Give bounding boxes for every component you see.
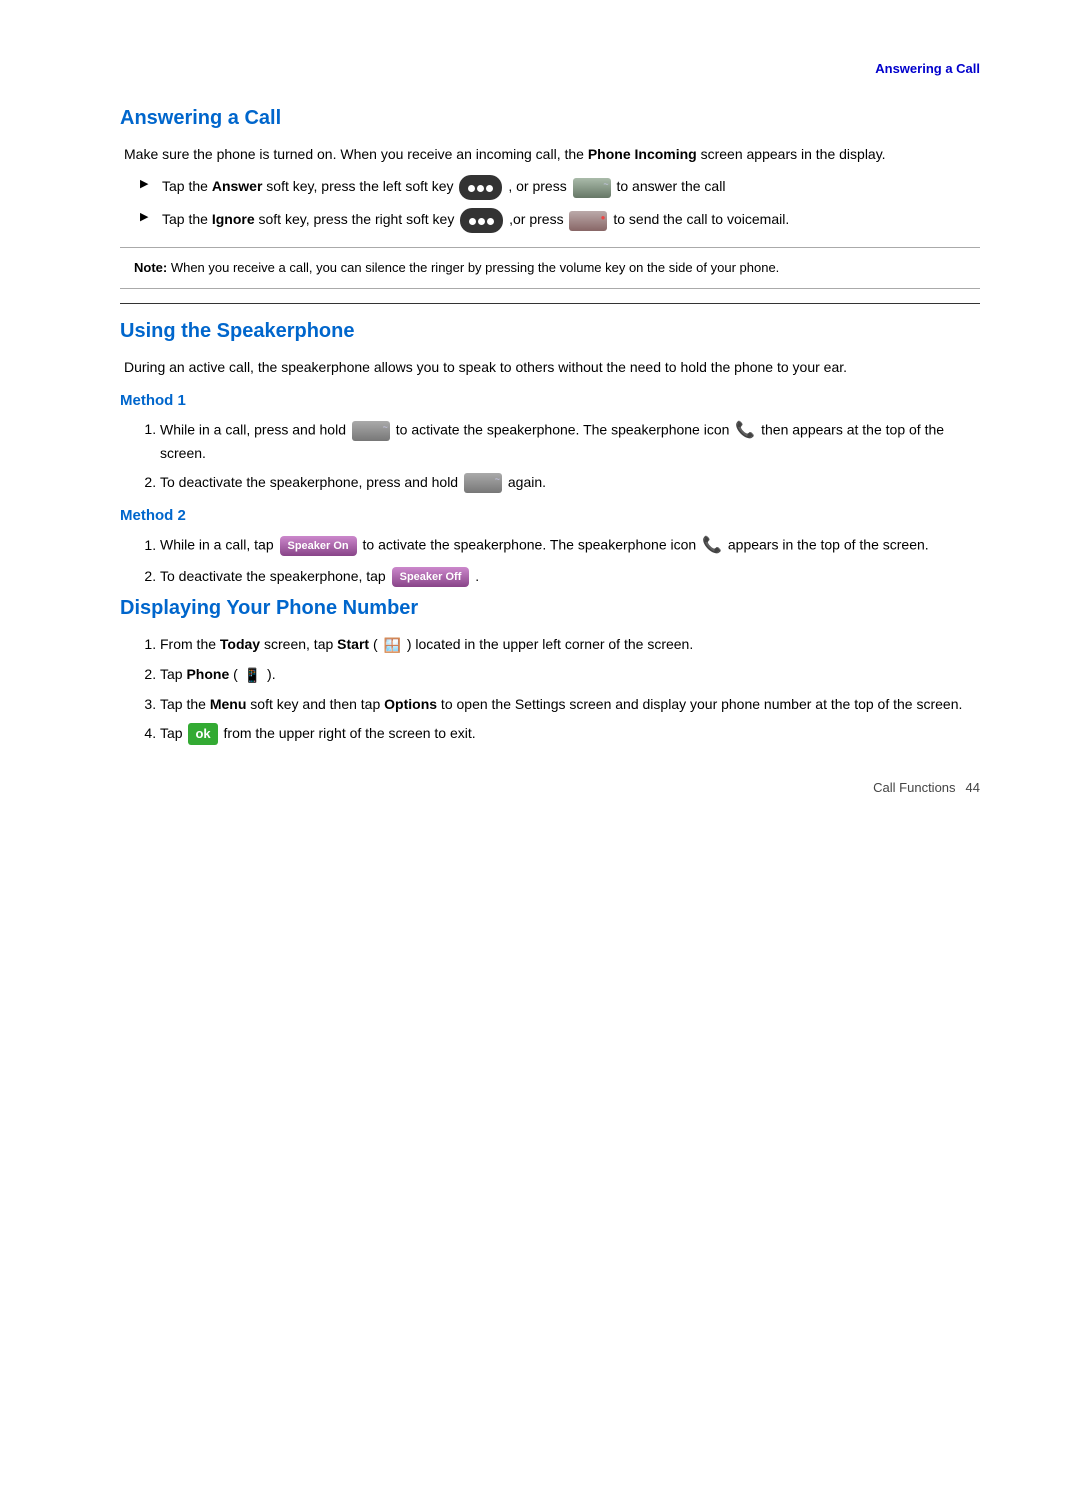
hold-key-method1 (352, 421, 390, 441)
bullet-ignore: Tap the Ignore soft key, press the right… (140, 208, 980, 233)
section1-bullet-list: Tap the Answer soft key, press the left … (120, 175, 980, 233)
phone-icon: 📱 (244, 665, 261, 686)
section3-step2: Tap Phone ( 📱 ). (160, 664, 980, 686)
method2-steps: While in a call, tap Speaker On to activ… (120, 534, 980, 588)
header-nav-label: Answering a Call (875, 61, 980, 76)
section3-step3: Tap the Menu soft key and then tap Optio… (160, 694, 980, 715)
speaker-off-button: Speaker Off (392, 567, 470, 588)
method1-step1: While in a call, press and hold to activ… (160, 419, 980, 464)
hold-key-method1-2 (464, 473, 502, 493)
footer: Call Functions 44 (0, 780, 1080, 795)
section3-steps: From the Today screen, tap Start ( 🪟 ) l… (120, 634, 980, 745)
section3-step1: From the Today screen, tap Start ( 🪟 ) l… (160, 634, 980, 656)
section-divider (120, 303, 980, 304)
section1-intro: Make sure the phone is turned on. When y… (120, 144, 980, 165)
method2-step2: To deactivate the speakerphone, tap Spea… (160, 566, 980, 588)
method2-label: Method 2 (120, 507, 980, 524)
ignore-key-button (569, 211, 607, 231)
note-box: Note: When you receive a call, you can s… (120, 247, 980, 289)
bullet-answer: Tap the Answer soft key, press the left … (140, 175, 980, 200)
footer-page: 44 (966, 780, 980, 795)
method1-steps: While in a call, press and hold to activ… (120, 419, 980, 493)
speaker-on-button: Speaker On (280, 536, 357, 557)
right-soft-key-oval (460, 208, 503, 233)
ok-button: ok (188, 723, 217, 745)
section2-title: Using the Speakerphone (120, 320, 980, 343)
section1-title: Answering a Call (120, 107, 980, 130)
method2-step1: While in a call, tap Speaker On to activ… (160, 534, 980, 558)
start-icon: 🪟 (384, 635, 401, 656)
method1-step2: To deactivate the speakerphone, press an… (160, 472, 980, 493)
speakerphone-icon-2: 📞 (702, 534, 722, 558)
section2-intro: During an active call, the speakerphone … (120, 357, 980, 378)
speakerphone-icon-1: 📞 (735, 419, 755, 443)
footer-section: Call Functions (873, 780, 955, 795)
section3-step4: Tap ok from the upper right of the scree… (160, 723, 980, 745)
section3-title: Displaying Your Phone Number (120, 597, 980, 620)
left-soft-key-oval (459, 175, 502, 200)
method1-label: Method 1 (120, 392, 980, 409)
answer-key-button (573, 178, 611, 198)
header-nav: Answering a Call (120, 60, 980, 77)
